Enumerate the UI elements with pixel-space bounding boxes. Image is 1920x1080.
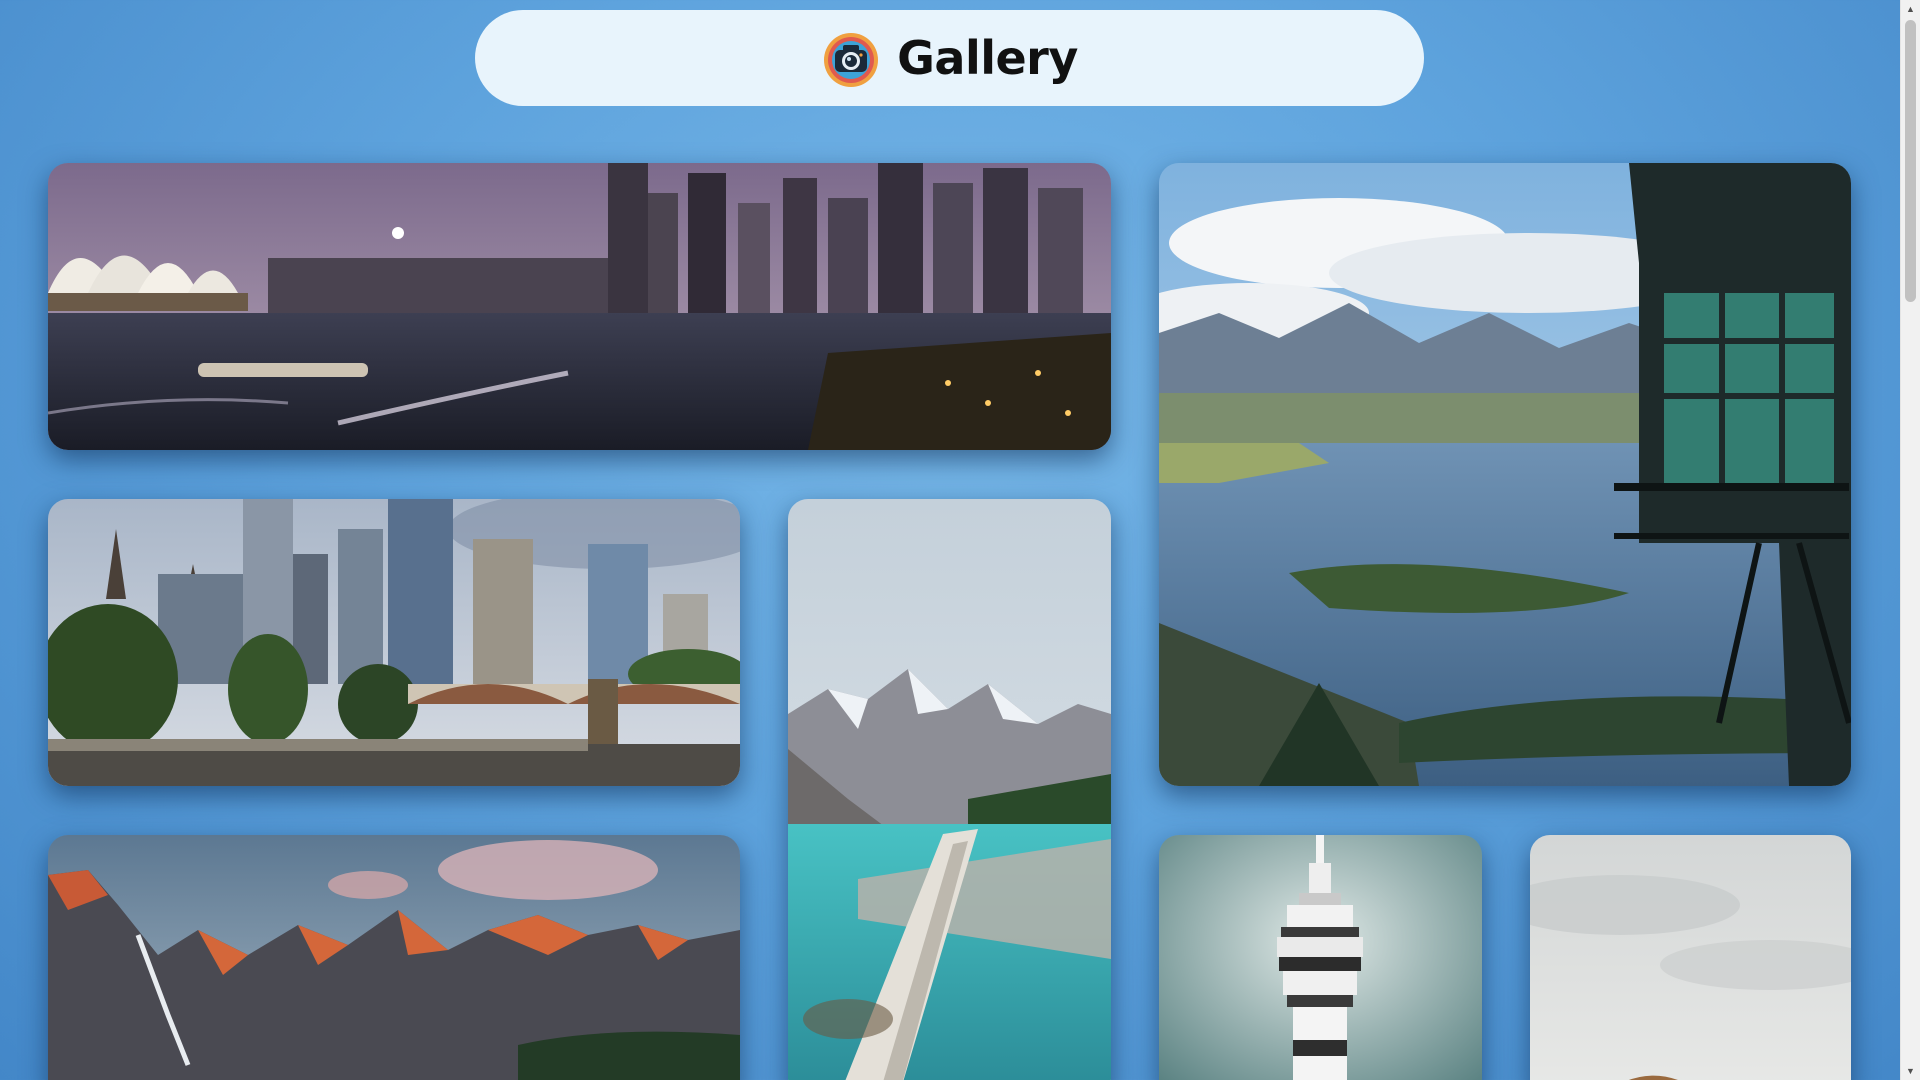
photo-image — [48, 163, 1111, 450]
scroll-down-arrow-icon[interactable]: ▼ — [1901, 1062, 1920, 1080]
gallery-photo-sydney-harbour[interactable] — [48, 163, 1111, 450]
page-scrollbar[interactable]: ▲ ▼ — [1900, 0, 1920, 1080]
camera-lens-icon — [824, 33, 879, 87]
gallery-photo-melbourne-bridge[interactable] — [48, 499, 740, 786]
photo-image — [788, 499, 1111, 1080]
gallery-photo-sky-tower[interactable] — [1159, 835, 1482, 1080]
photo-image — [48, 835, 740, 1080]
photo-image — [1159, 835, 1482, 1080]
gallery-photo-queenstown-lake[interactable] — [1159, 163, 1851, 786]
page-title: Gallery — [897, 31, 1078, 85]
photo-image — [48, 499, 740, 786]
scrollbar-thumb[interactable] — [1905, 20, 1916, 302]
gallery-photo-cloudy-sky[interactable] — [1530, 835, 1851, 1080]
photo-image — [1530, 835, 1851, 1080]
gallery-photo-mountain-peaks[interactable] — [48, 835, 740, 1080]
photo-image — [1159, 163, 1851, 786]
scroll-up-arrow-icon[interactable]: ▲ — [1901, 0, 1920, 18]
gallery-header: Gallery — [475, 10, 1424, 106]
gallery-photo-moraine-lake[interactable] — [788, 499, 1111, 1080]
